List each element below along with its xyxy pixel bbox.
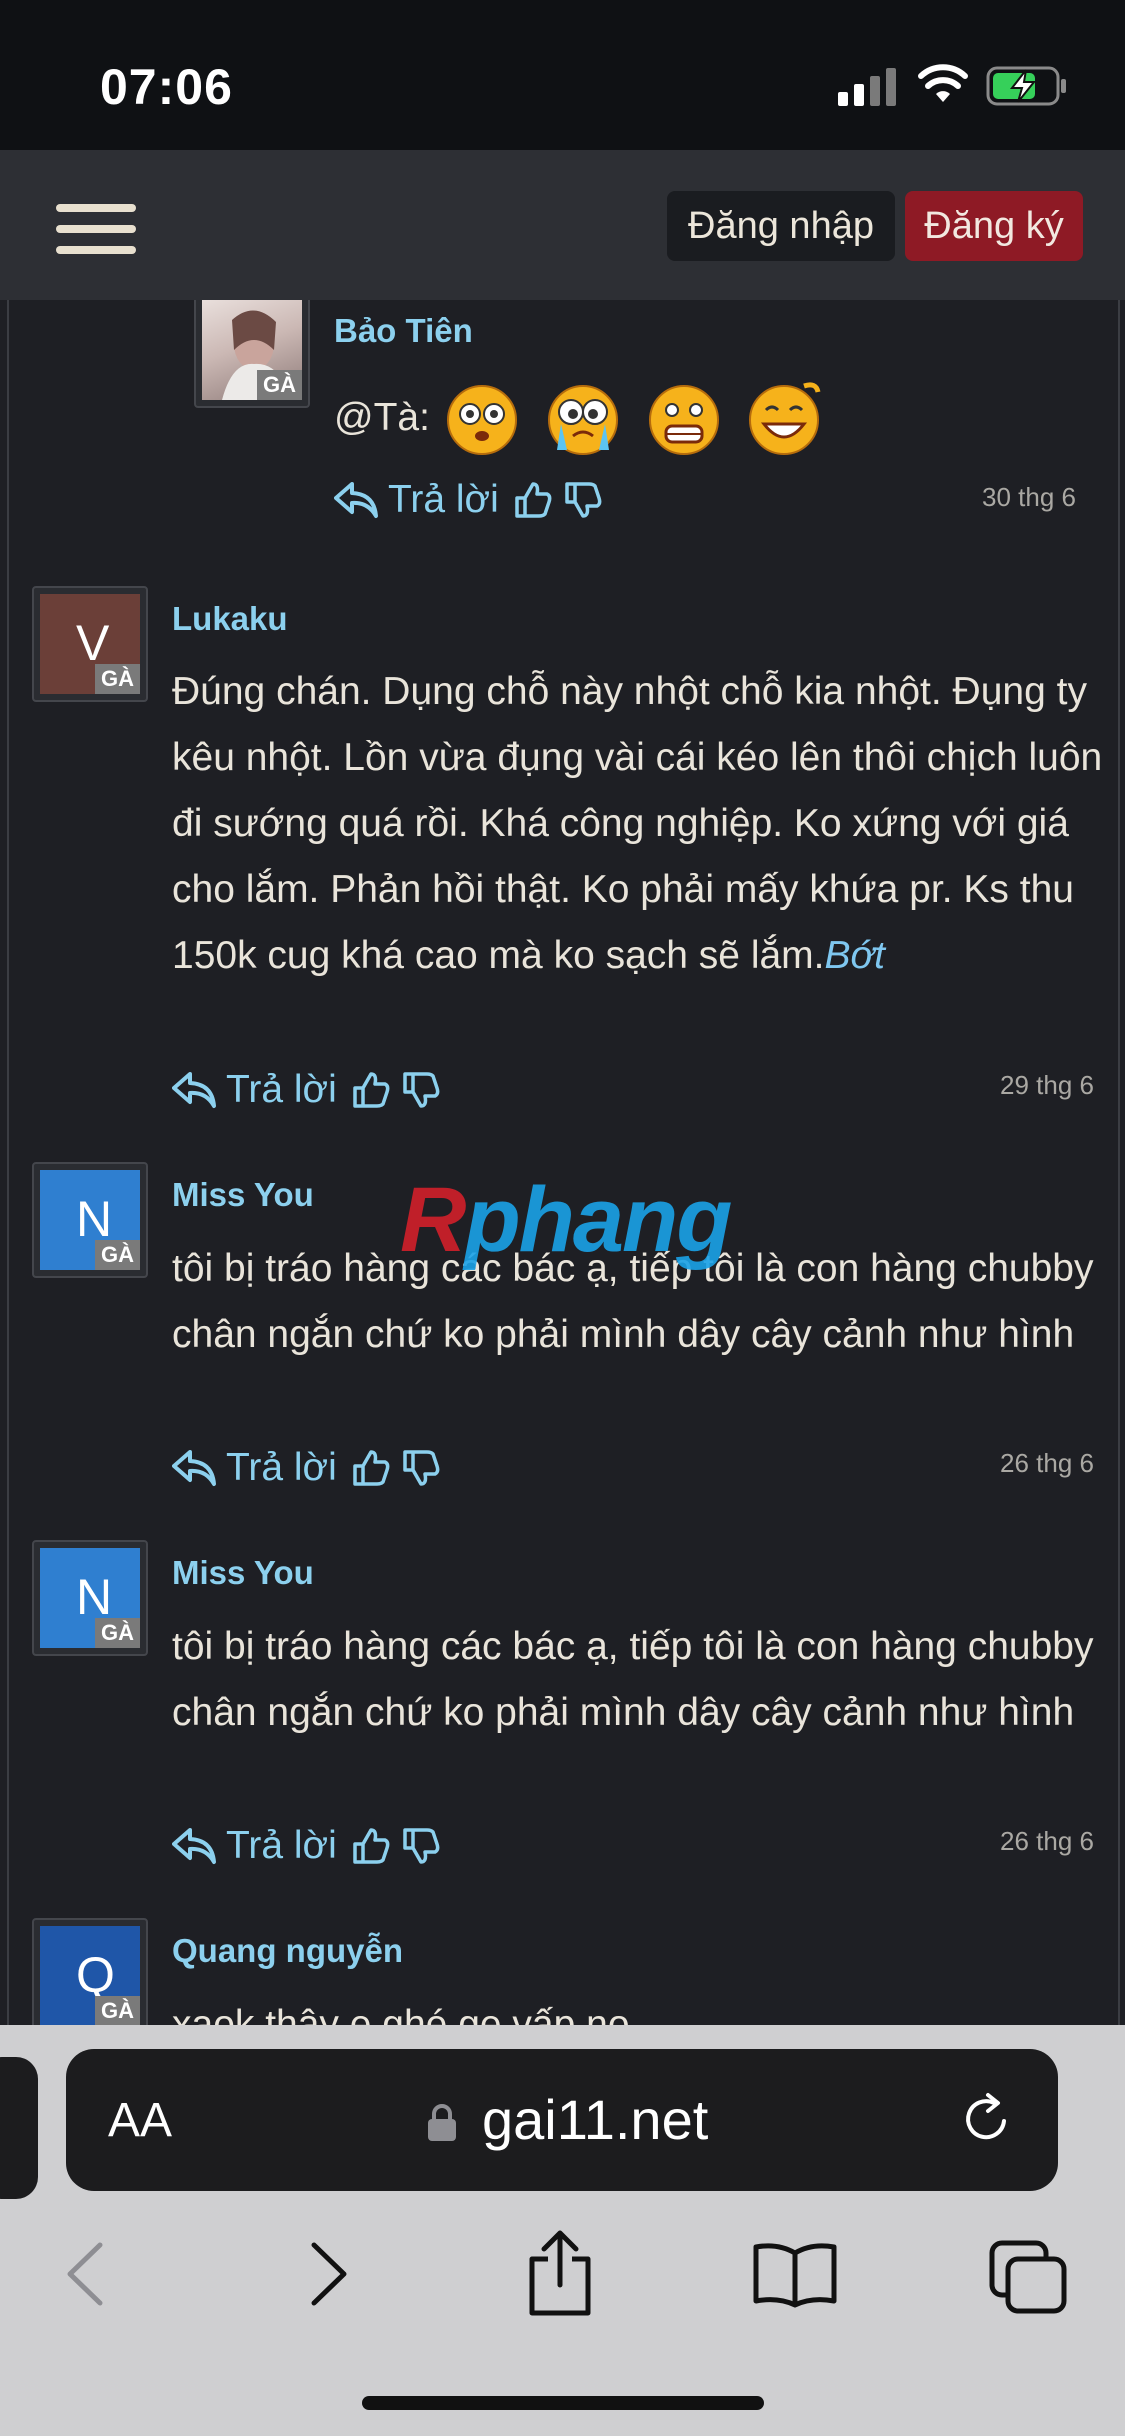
forward-icon[interactable] bbox=[304, 2239, 354, 2309]
username[interactable]: Lukaku bbox=[172, 600, 288, 638]
share-icon[interactable] bbox=[524, 2229, 596, 2317]
reply-icon[interactable] bbox=[172, 1448, 216, 1488]
cellular-signal-icon bbox=[838, 68, 896, 106]
thumbs-down-icon[interactable] bbox=[563, 480, 603, 520]
rank-badge: GÀ bbox=[95, 1996, 140, 2025]
reload-icon[interactable] bbox=[960, 2091, 1016, 2147]
comment-actions: Trả lời bbox=[334, 478, 613, 522]
battery-charging-icon bbox=[986, 66, 1066, 106]
lock-icon bbox=[428, 2104, 456, 2141]
back-icon[interactable] bbox=[60, 2239, 110, 2309]
url-text[interactable]: gai11.net bbox=[482, 2087, 708, 2152]
comment-actions: Trả lời bbox=[172, 1824, 451, 1868]
avatar[interactable]: N GÀ bbox=[32, 1540, 148, 1656]
thumbs-up-icon[interactable] bbox=[351, 1826, 391, 1866]
reply-link[interactable]: Trả lời bbox=[226, 1824, 337, 1868]
clock: 07:06 bbox=[100, 59, 233, 115]
reply-link[interactable]: Trả lời bbox=[226, 1446, 337, 1490]
reply-icon[interactable] bbox=[334, 480, 378, 520]
thumbs-up-icon[interactable] bbox=[351, 1448, 391, 1488]
text-size-button[interactable]: AA bbox=[108, 2093, 172, 2148]
login-button[interactable]: Đăng nhập bbox=[667, 191, 895, 261]
comment-date: 29 thg 6 bbox=[1000, 1070, 1094, 1100]
browser-toolbar: AA gai11.net bbox=[0, 2025, 1125, 2436]
comment-date: 26 thg 6 bbox=[1000, 1448, 1094, 1478]
thumbs-down-icon[interactable] bbox=[401, 1826, 441, 1866]
comment-text: xaok thây e ghé ge vấp nọ bbox=[172, 2003, 630, 2025]
watermark-logo: Rphang bbox=[400, 1168, 732, 1273]
username[interactable]: Bảo Tiên bbox=[334, 312, 473, 350]
rank-badge: GÀ bbox=[95, 664, 140, 694]
thread-border-right bbox=[1118, 300, 1120, 2025]
avatar[interactable]: N GÀ bbox=[32, 1162, 148, 1278]
watermark-prefix: R bbox=[400, 1169, 466, 1271]
address-bar[interactable]: AA gai11.net bbox=[66, 2049, 1058, 2191]
top-navbar: Đăng nhập Đăng ký bbox=[0, 150, 1125, 300]
comment-text: Đúng chán. Dụng chỗ này nhột chỗ kia nhộ… bbox=[172, 659, 1125, 989]
grin-emoji-icon bbox=[749, 382, 821, 455]
avatar[interactable]: GÀ bbox=[194, 300, 310, 408]
rank-badge: GÀ bbox=[95, 1618, 140, 1648]
thumbs-up-icon[interactable] bbox=[351, 1070, 391, 1110]
register-button[interactable]: Đăng ký bbox=[905, 191, 1083, 261]
comment-actions: Trả lời bbox=[172, 1068, 451, 1112]
comment-date: 30 thg 6 bbox=[982, 482, 1076, 512]
home-indicator[interactable] bbox=[362, 2396, 764, 2410]
comment-text: tôi bị tráo hàng các bác ạ, tiếp tôi là … bbox=[172, 1625, 1094, 1734]
rank-badge: GÀ bbox=[95, 1240, 140, 1270]
menu-icon[interactable] bbox=[56, 204, 136, 258]
previous-tab-preview[interactable] bbox=[0, 2057, 38, 2199]
thread-border-left bbox=[7, 300, 9, 2025]
watermark-text: phang bbox=[464, 1169, 732, 1271]
dizzy-emoji-icon bbox=[446, 385, 517, 455]
comment-list: GÀ Bảo Tiên @Tà: Trả lời 30 thg 6 V GÀ L… bbox=[0, 300, 1125, 2025]
thumbs-down-icon[interactable] bbox=[401, 1070, 441, 1110]
comment-text: @Tà: bbox=[334, 380, 1094, 456]
username[interactable]: Quang nguyễn bbox=[172, 1932, 403, 1970]
comment-date: 26 thg 6 bbox=[1000, 1826, 1094, 1856]
crying-emoji-icon bbox=[547, 385, 618, 455]
reply-icon[interactable] bbox=[172, 1070, 216, 1110]
status-bar: 07:06 bbox=[0, 0, 1125, 150]
comment-actions: Trả lời bbox=[172, 1446, 451, 1490]
reply-icon[interactable] bbox=[172, 1826, 216, 1866]
reply-link[interactable]: Trả lời bbox=[388, 478, 499, 522]
username[interactable]: Miss You bbox=[172, 1176, 314, 1214]
comment-body: Đúng chán. Dụng chỗ này nhột chỗ kia nhộ… bbox=[172, 670, 1103, 977]
username[interactable]: Miss You bbox=[172, 1554, 314, 1592]
thumbs-up-icon[interactable] bbox=[513, 480, 553, 520]
collapse-link[interactable]: Bớt bbox=[825, 934, 885, 977]
wifi-icon bbox=[918, 64, 968, 102]
comment-body: @Tà: bbox=[334, 396, 430, 439]
emoji-row bbox=[444, 380, 837, 456]
grimace-emoji-icon bbox=[648, 385, 719, 455]
rank-badge: GÀ bbox=[257, 370, 302, 400]
reply-link[interactable]: Trả lời bbox=[226, 1068, 337, 1112]
avatar[interactable]: V GÀ bbox=[32, 586, 148, 702]
bookmarks-icon[interactable] bbox=[752, 2239, 838, 2309]
tabs-icon[interactable] bbox=[988, 2239, 1068, 2315]
avatar[interactable]: Q GÀ bbox=[32, 1918, 148, 2025]
thumbs-down-icon[interactable] bbox=[401, 1448, 441, 1488]
